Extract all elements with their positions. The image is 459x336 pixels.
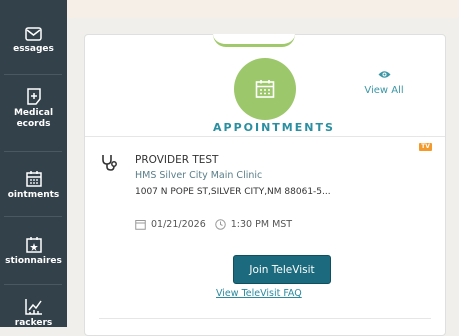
envelope-icon: [25, 27, 42, 41]
sidebar-item-label: stionnaires: [5, 256, 62, 266]
sidebar-item-appointments[interactable]: ointments: [0, 170, 67, 201]
televisit-badge: TV: [419, 143, 432, 151]
appointment-datetime: 01/21/2026 1:30 PM MST: [135, 219, 292, 230]
sidebar-item-medical-records[interactable]: Medical ecords: [0, 88, 67, 130]
sidebar-item-label: essages: [13, 44, 54, 54]
clinic-name: HMS Silver City Main Clinic: [135, 170, 263, 181]
sidebar-item-label: Medical: [13, 108, 54, 118]
provider-name: PROVIDER TEST: [135, 154, 219, 166]
clock-icon: [215, 219, 226, 230]
sidebar-item-label-line2: ecords: [16, 119, 51, 129]
sidebar-item-label: ointments: [7, 190, 60, 200]
view-all-label: View All: [364, 85, 404, 96]
sidebar-divider: [4, 216, 62, 217]
televisit-faq-link[interactable]: View TeleVisit FAQ: [216, 288, 302, 299]
medical-records-icon: [26, 88, 41, 105]
calendar-icon: [135, 220, 146, 230]
card-tab-accent: [213, 34, 295, 47]
appointments-icon-circle: [234, 58, 296, 120]
calendar-icon: [255, 80, 275, 98]
sidebar-item-messages[interactable]: essages: [0, 27, 67, 55]
stethoscope-icon: [102, 155, 117, 171]
appointments-card: APPOINTMENTS View All TV PROVIDER TEST H…: [84, 34, 446, 336]
appointments-title: APPOINTMENTS: [213, 121, 335, 134]
chart-icon: [24, 299, 42, 315]
sidebar-item-label: rackers: [14, 318, 53, 328]
appointment-date: 01/21/2026: [151, 219, 206, 230]
sidebar-item-questionnaires[interactable]: stionnaires: [0, 236, 67, 267]
clinic-address: 1007 N POPE ST,SILVER CITY,NM 88061-5...: [135, 187, 331, 197]
calendar-icon: [25, 171, 42, 187]
eye-icon: [378, 71, 390, 78]
sidebar-item-trackers[interactable]: rackers: [0, 298, 67, 329]
questionnaire-icon: [25, 237, 42, 253]
sidebar-divider: [4, 151, 62, 152]
card-divider: [85, 136, 445, 137]
top-band: [67, 0, 459, 18]
appointment-time: 1:30 PM MST: [230, 219, 293, 230]
sidebar: essages Medical ecords ointments stionna…: [0, 0, 67, 329]
card-divider: [99, 318, 431, 319]
sidebar-divider: [4, 284, 62, 285]
view-all-link[interactable]: View All: [354, 70, 414, 96]
sidebar-divider: [4, 74, 62, 75]
join-televisit-button[interactable]: Join TeleVisit: [233, 255, 331, 284]
